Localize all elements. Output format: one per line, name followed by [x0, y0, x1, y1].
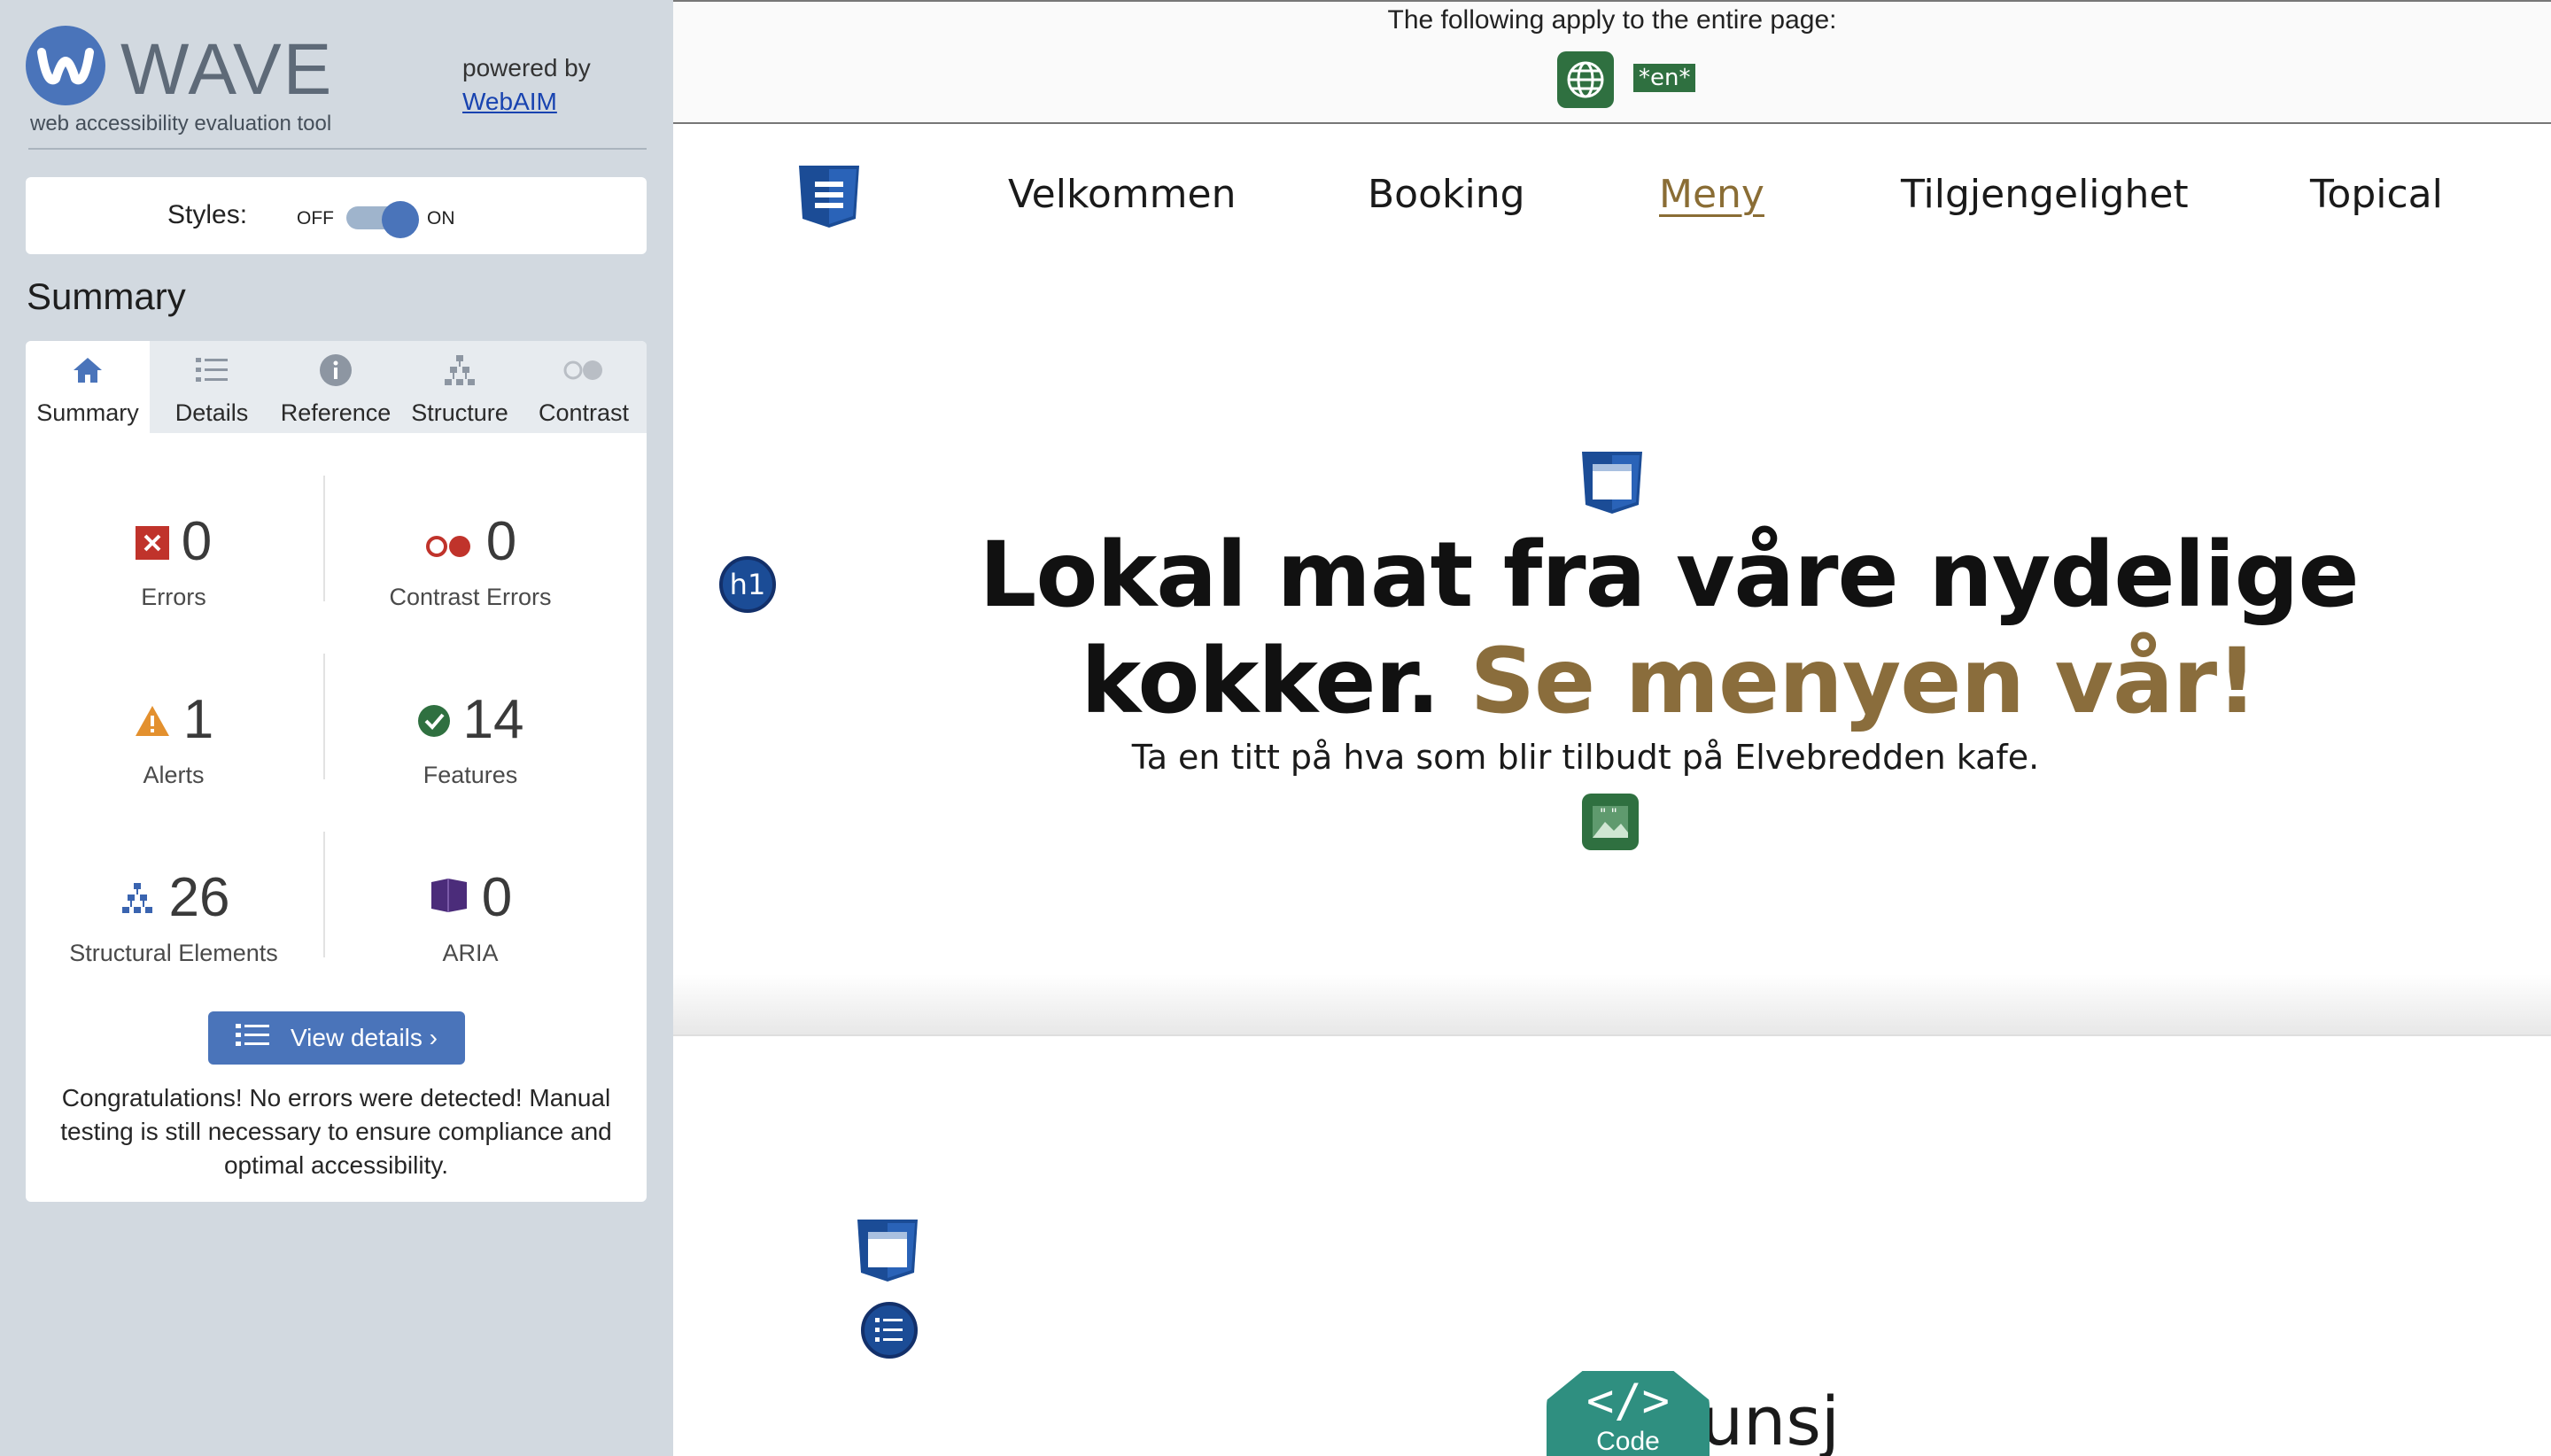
- view-details-label: View details ›: [290, 1024, 438, 1051]
- powered-by: powered by WebAIM: [462, 51, 591, 119]
- page-subtitle: Ta en titt på hva som blir tilbudt på El…: [1131, 738, 2040, 777]
- section-divider-band: [673, 974, 2551, 1036]
- globe-language-icon[interactable]: [1557, 51, 1614, 108]
- tab-details[interactable]: Details: [150, 341, 274, 433]
- wave-logo-text: WAVE: [120, 29, 334, 110]
- nav-item-topical[interactable]: Topical: [2310, 172, 2443, 217]
- home-icon: [26, 352, 150, 388]
- page-notice-text: The following apply to the entire page:: [1387, 5, 1837, 35]
- list-icon: [235, 1022, 269, 1055]
- page-notice-bar: The following apply to the entire page: …: [673, 0, 2551, 124]
- features-label: Features: [423, 762, 518, 788]
- view-details-button[interactable]: View details ›: [208, 1011, 465, 1065]
- svg-text:" ": " ": [1600, 805, 1617, 822]
- stat-structural-elements[interactable]: 26 Structural Elements: [27, 865, 320, 967]
- styles-off-label: OFF: [297, 208, 334, 228]
- errors-label: Errors: [141, 584, 206, 610]
- contrast-error-icon: [424, 510, 474, 573]
- tab-reference[interactable]: Reference: [274, 341, 398, 433]
- styles-toggle-panel: Styles: OFF ON: [26, 177, 647, 254]
- powered-by-label: powered by: [462, 54, 591, 81]
- panel-tabs: Summary Details Reference Structure Cont…: [26, 341, 647, 433]
- tab-summary[interactable]: Summary: [26, 341, 150, 433]
- stat-errors[interactable]: 0 Errors: [27, 509, 320, 611]
- unordered-list-icon[interactable]: [861, 1302, 918, 1359]
- styles-toggle-knob[interactable]: [382, 201, 419, 238]
- stat-contrast-errors[interactable]: 0 Contrast Errors: [324, 509, 616, 611]
- error-icon: [135, 510, 169, 573]
- summary-panel: Summary Details Reference Structure Cont…: [26, 341, 647, 1202]
- wave-tagline: web accessibility evaluation tool: [30, 112, 332, 136]
- stat-aria[interactable]: 0 ARIA: [324, 865, 616, 967]
- structural-count: 26: [168, 866, 230, 928]
- wave-sidebar: WAVE web accessibility evaluation tool p…: [0, 0, 673, 1456]
- webaim-link[interactable]: WebAIM: [462, 85, 591, 119]
- alert-icon: [134, 688, 171, 751]
- nav-item-meny[interactable]: Meny: [1659, 172, 1764, 217]
- code-label: Code: [1596, 1427, 1660, 1456]
- hierarchy-icon: [398, 352, 522, 388]
- h1-heading-icon[interactable]: h1: [719, 556, 776, 613]
- contrast-errors-label: Contrast Errors: [389, 584, 552, 610]
- stat-alerts[interactable]: 1 Alerts: [27, 687, 320, 789]
- evaluated-page: The following apply to the entire page: …: [673, 0, 2551, 1456]
- tab-contrast-label: Contrast: [538, 399, 630, 426]
- styles-on-label: ON: [427, 208, 455, 228]
- section-region-icon[interactable]: [856, 1218, 919, 1288]
- alerts-count: 1: [182, 688, 214, 750]
- contrast-errors-count: 0: [485, 510, 517, 572]
- tab-summary-label: Summary: [36, 399, 139, 426]
- congrats-message: Congratulations! No errors were detected…: [60, 1084, 612, 1179]
- tab-contrast[interactable]: Contrast: [522, 341, 646, 433]
- alerts-label: Alerts: [143, 762, 205, 788]
- contrast-icon: [522, 352, 646, 388]
- structural-label: Structural Elements: [69, 940, 278, 966]
- tab-structure-label: Structure: [411, 399, 508, 426]
- aria-label: ARIA: [442, 940, 499, 966]
- wave-logo-icon: [26, 26, 105, 105]
- tab-details-label: Details: [174, 399, 249, 426]
- errors-count: 0: [181, 510, 213, 572]
- page-headline: Lokal mat fra våre nydelige kokker. Se m…: [787, 523, 2551, 735]
- language-tag[interactable]: *en*: [1633, 64, 1696, 92]
- stat-features[interactable]: 14 Features: [324, 687, 616, 789]
- nav-item-booking[interactable]: Booking: [1368, 172, 1525, 217]
- sidebar-divider: [28, 148, 647, 150]
- header-region-icon[interactable]: [1580, 450, 1644, 520]
- feature-icon: [417, 688, 451, 751]
- tab-reference-label: Reference: [280, 399, 392, 426]
- code-icon: </>: [1586, 1375, 1670, 1428]
- image-alt-icon[interactable]: " ": [1582, 794, 1639, 850]
- section-divider-line: [673, 1034, 2551, 1036]
- styles-label: Styles:: [167, 200, 248, 229]
- aria-count: 0: [481, 866, 513, 928]
- tab-structure[interactable]: Structure: [398, 341, 522, 433]
- nav-structure-icon[interactable]: [797, 164, 861, 234]
- summary-heading: Summary: [27, 275, 186, 317]
- code-toggle-button[interactable]: </> Code: [1547, 1371, 1710, 1456]
- headline-accent: Se menyen vår!: [1469, 629, 2258, 734]
- info-icon: [274, 352, 398, 388]
- aria-icon: [429, 866, 469, 929]
- list-icon: [150, 352, 274, 388]
- features-count: 14: [462, 688, 524, 750]
- nav-item-tilgjengelighet[interactable]: Tilgjengelighet: [1901, 172, 2189, 217]
- section-heading-partial: unsj: [1701, 1382, 1841, 1456]
- structure-icon: [118, 866, 157, 929]
- nav-item-velkommen[interactable]: Velkommen: [1008, 172, 1237, 217]
